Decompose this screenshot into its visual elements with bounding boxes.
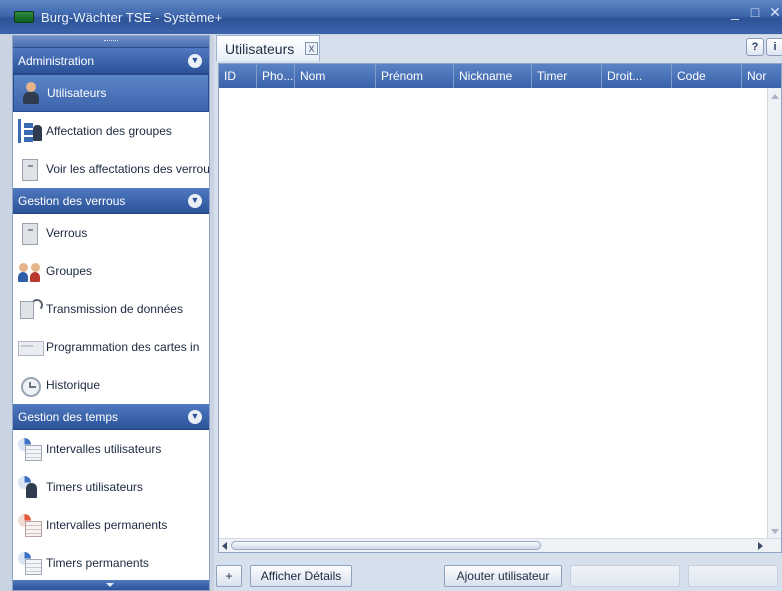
sidebar-top-grip[interactable] [13,36,209,48]
sidebar-item-transmission[interactable]: Transmission de données [13,290,209,328]
scroll-right-icon[interactable] [758,542,763,550]
column-header-photo[interactable]: Pho... [257,64,295,88]
disabled-action-button [570,565,680,587]
users-grid[interactable]: ID Pho... Nom Prénom Nickname Timer Droi… [218,63,782,553]
horizontal-scroll-thumb[interactable] [231,541,541,550]
section-title: Administration [18,53,95,68]
tab-bar: Utilisateurs X ? i [214,35,782,61]
sidebar-item-label: Timers permanents [46,556,149,570]
column-header-nickname[interactable]: Nickname [454,64,532,88]
window-controls: _ □ ✕ [728,4,782,21]
sidebar-item-timers-permanents[interactable]: Timers permanents [13,544,209,582]
info-button[interactable]: i [766,38,782,56]
collapse-chevron-icon[interactable]: ▼ [188,409,202,424]
tab-utilisateurs[interactable]: Utilisateurs X [216,35,320,61]
collapse-chevron-icon[interactable]: ▼ [188,193,202,208]
app-icon [14,11,34,23]
close-button[interactable]: ✕ [768,4,782,21]
group-tree-icon [18,119,42,143]
title-bar: Burg-Wächter TSE - Système+ _ □ ✕ [0,0,782,34]
section-header-administration[interactable]: Administration ▼ [13,48,209,74]
sidebar-item-label: Verrous [46,226,88,240]
section-header-gestion-verrous[interactable]: Gestion des verrous ▼ [13,188,209,214]
permanent-timer-icon [18,551,42,575]
tab-close-icon[interactable]: X [305,42,318,55]
column-header-nor[interactable]: Nor [742,64,781,88]
sidebar-item-intervalles-permanents[interactable]: Intervalles permanents [13,506,209,544]
sidebar-item-label: Programmation des cartes in [46,340,200,354]
history-icon [18,373,42,397]
window-title: Burg-Wächter TSE - Système+ [41,9,223,25]
sidebar-item-verrous[interactable]: Verrous [13,214,209,252]
interval-icon [18,437,42,461]
action-bar: + Afficher Détails Ajouter utilisateur [214,563,782,591]
sidebar-item-utilisateurs[interactable]: Utilisateurs [13,74,209,112]
column-header-prenom[interactable]: Prénom [376,64,454,88]
sidebar-item-label: Transmission de données [46,302,183,316]
sidebar-item-label: Voir les affectations des verrous [46,162,209,176]
section-header-gestion-temps[interactable]: Gestion des temps ▼ [13,404,209,430]
column-header-id[interactable]: ID [219,64,257,88]
column-header-nom[interactable]: Nom [295,64,376,88]
minimize-button[interactable]: _ [728,4,742,21]
sidebar-item-label: Intervalles permanents [46,518,168,532]
radio-transmitter-icon [18,297,43,321]
vertical-scrollbar[interactable] [767,88,781,540]
sidebar-item-groupes[interactable]: Groupes [13,252,209,290]
sidebar-item-historique[interactable]: Historique [13,366,209,404]
door-icon [18,221,42,245]
user-icon [19,81,43,105]
sidebar-item-programmation-cartes[interactable]: Programmation des cartes in [13,328,209,366]
scroll-up-icon[interactable] [771,94,779,99]
add-button[interactable]: + [216,565,242,587]
help-button[interactable]: ? [746,38,764,56]
users-icon [18,259,42,283]
sidebar-item-intervalles-utilisateurs[interactable]: Intervalles utilisateurs [13,430,209,468]
tab-label: Utilisateurs [225,40,295,57]
scroll-down-icon[interactable] [771,529,779,534]
show-details-button[interactable]: Afficher Détails [250,565,352,587]
sidebar-item-label: Utilisateurs [47,86,107,100]
sidebar-item-label: Groupes [46,264,93,278]
section-title: Gestion des verrous [18,193,126,208]
grid-header: ID Pho... Nom Prénom Nickname Timer Droi… [219,64,781,88]
column-header-timer[interactable]: Timer [532,64,602,88]
column-header-code[interactable]: Code [672,64,742,88]
sidebar-item-label: Affectation des groupes [46,124,172,138]
sidebar-item-label: Intervalles utilisateurs [46,442,162,456]
maximize-button[interactable]: □ [748,4,762,21]
permanent-interval-icon [18,513,42,537]
horizontal-scrollbar[interactable] [219,538,781,552]
sidebar-item-label: Timers utilisateurs [46,480,143,494]
collapse-chevron-icon[interactable]: ▼ [188,53,202,68]
add-user-button[interactable]: Ajouter utilisateur [444,565,562,587]
sidebar-item-label: Historique [46,378,101,392]
sidebar-item-voir-affectations[interactable]: Voir les affectations des verrous [13,150,209,188]
disabled-action-button [688,565,778,587]
sidebar-item-timers-utilisateurs[interactable]: Timers utilisateurs [13,468,209,506]
scroll-left-icon[interactable] [222,542,227,550]
main-panel: Utilisateurs X ? i ID Pho... Nom Prénom … [214,35,782,591]
navigation-sidebar: Administration ▼ Utilisateurs Affectatio… [12,35,210,591]
column-header-droit[interactable]: Droit... [602,64,672,88]
sidebar-bottom-grip[interactable] [13,580,209,590]
card-icon [18,335,44,359]
sidebar-item-affectation-groupes[interactable]: Affectation des groupes [13,112,209,150]
lock-user-icon [18,157,42,181]
section-title: Gestion des temps [18,409,119,424]
timer-user-icon [18,475,42,499]
